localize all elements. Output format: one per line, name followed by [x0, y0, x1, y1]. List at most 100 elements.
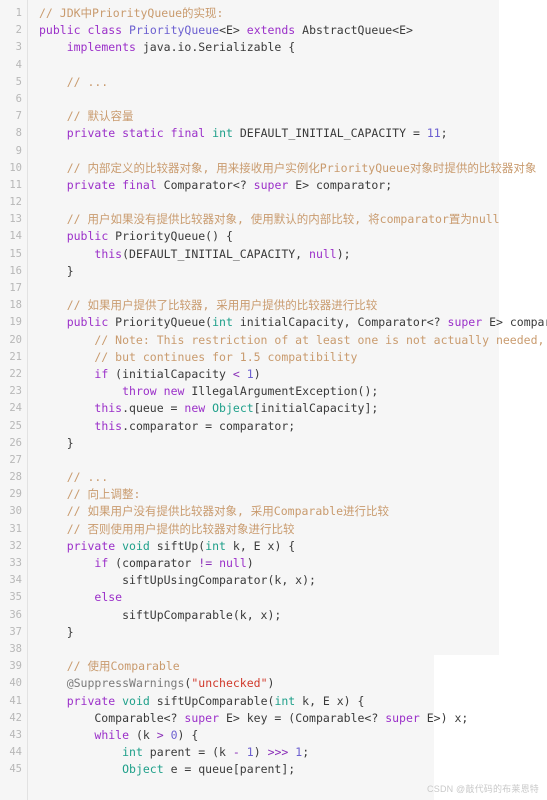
code-line[interactable]: 14 public PriorityQueue() {	[0, 228, 547, 245]
code-line-content[interactable]: else	[22, 589, 122, 606]
code-line-content[interactable]	[22, 91, 46, 108]
code-line[interactable]: 31 // 否则使用用户提供的比较器对象进行比较	[0, 521, 547, 538]
code-line-content[interactable]: // 向上调整:	[22, 486, 141, 503]
code-line-content[interactable]: private void siftUpComparable(int k, E x…	[22, 693, 365, 710]
code-token-type: int	[212, 126, 233, 141]
line-number: 39	[9, 660, 22, 673]
code-line-content[interactable]	[22, 57, 46, 74]
code-line[interactable]: 42 Comparable<? super E> key = (Comparab…	[0, 710, 547, 727]
code-line-content[interactable]: @SuppressWarnings("unchecked")	[22, 675, 275, 692]
code-line[interactable]: 9	[0, 143, 547, 160]
code-listing[interactable]: 1// JDK中PriorityQueue的实现: 2 public class P…	[0, 5, 547, 778]
code-line-content[interactable]: }	[22, 624, 74, 641]
code-line[interactable]: 12	[0, 194, 547, 211]
code-token-num: 11	[426, 126, 441, 141]
code-line-content[interactable]: // 如果用户提供了比较器, 采用用户提供的比较器进行比较	[22, 297, 378, 314]
code-line-content[interactable]: int parent = (k - 1) >>> 1;	[22, 744, 309, 761]
code-line[interactable]: 5 // ...	[0, 74, 547, 91]
code-line[interactable]: 43 while (k > 0) {	[0, 727, 547, 744]
code-line-content[interactable]: private static final int DEFAULT_INITIAL…	[22, 125, 448, 142]
code-line[interactable]: 34 siftUpUsingComparator(k, x);	[0, 572, 547, 589]
code-line-content[interactable]: public PriorityQueue(int initialCapacity…	[22, 314, 547, 331]
code-line[interactable]: 20 // Note: This restriction of at least…	[0, 332, 547, 349]
code-line-content[interactable]: // ...	[22, 74, 109, 91]
code-line[interactable]: 33 if (comparator != null)	[0, 555, 547, 572]
code-line[interactable]: 2 public class PriorityQueue<E> extends A…	[0, 22, 547, 39]
code-line-content[interactable]: siftUpUsingComparator(k, x);	[22, 572, 316, 589]
code-line[interactable]: 6	[0, 91, 547, 108]
code-line[interactable]: 23 throw new IllegalArgumentException();	[0, 383, 547, 400]
code-line-content[interactable]	[22, 143, 46, 160]
code-line-content[interactable]: throw new IllegalArgumentException();	[22, 383, 378, 400]
code-line[interactable]: 4	[0, 57, 547, 74]
code-line-content[interactable]: // JDK中PriorityQueue的实现:	[22, 5, 223, 22]
code-line-content[interactable]: // 用户如果没有提供比较器对象, 使用默认的内部比较, 将comparator…	[22, 211, 500, 228]
code-line-content[interactable]: // 内部定义的比较器对象, 用来接收用户实例化PriorityQueue对象时…	[22, 160, 537, 177]
code-line[interactable]: 16 }	[0, 263, 547, 280]
code-line[interactable]: 22 if (initialCapacity < 1)	[0, 366, 547, 383]
code-line[interactable]: 8 private static final int DEFAULT_INITI…	[0, 125, 547, 142]
code-line-content[interactable]: private void siftUp(int k, E x) {	[22, 538, 296, 555]
code-line[interactable]: 10 // 内部定义的比较器对象, 用来接收用户实例化PriorityQueue…	[0, 160, 547, 177]
code-line[interactable]: 11 private final Comparator<? super E> c…	[0, 177, 547, 194]
code-line[interactable]: 1 // JDK中PriorityQueue的实现:	[0, 5, 547, 22]
code-line[interactable]: 38	[0, 641, 547, 658]
code-line-content[interactable]: implements java.io.Serializable {	[22, 39, 296, 56]
code-line[interactable]: 32 private void siftUp(int k, E x) {	[0, 538, 547, 555]
code-line[interactable]: 17	[0, 280, 547, 297]
code-line-content[interactable]: // 默认容量	[22, 108, 134, 125]
code-line-content[interactable]: // 使用Comparable	[22, 658, 180, 675]
code-line[interactable]: 7 // 默认容量	[0, 108, 547, 125]
code-line[interactable]: 18 // 如果用户提供了比较器, 采用用户提供的比较器进行比较	[0, 297, 547, 314]
code-line[interactable]: 40 @SuppressWarnings("unchecked")	[0, 675, 547, 692]
code-line-content[interactable]: this.comparator = comparator;	[22, 418, 295, 435]
code-line-content[interactable]: Comparable<? super E> key = (Comparable<…	[22, 710, 468, 727]
code-line-content[interactable]: public class PriorityQueue<E> extends Ab…	[22, 22, 413, 39]
code-line-content[interactable]: while (k > 0) {	[22, 727, 198, 744]
code-line-content[interactable]: Object e = queue[parent];	[22, 761, 295, 778]
code-line[interactable]: 28 // ...	[0, 469, 547, 486]
code-line[interactable]: 44 int parent = (k - 1) >>> 1;	[0, 744, 547, 761]
code-line[interactable]: 3 implements java.io.Serializable {	[0, 39, 547, 56]
code-line-content[interactable]	[22, 194, 46, 211]
code-line-content[interactable]: this(DEFAULT_INITIAL_CAPACITY, null);	[22, 246, 350, 263]
code-line[interactable]: 30 // 如果用户没有提供比较器对象, 采用Comparable进行比较	[0, 503, 547, 520]
code-line-content[interactable]: // 如果用户没有提供比较器对象, 采用Comparable进行比较	[22, 503, 389, 520]
code-line-content[interactable]: }	[22, 263, 74, 280]
code-line-content[interactable]: if (comparator != null)	[22, 555, 253, 572]
code-line-content[interactable]: public PriorityQueue() {	[22, 228, 233, 245]
code-line[interactable]: 37 }	[0, 624, 547, 641]
code-line-content[interactable]: }	[22, 435, 74, 452]
code-line[interactable]: 19 public PriorityQueue(int initialCapac…	[0, 314, 547, 331]
code-line[interactable]: 39 // 使用Comparable	[0, 658, 547, 675]
code-token-key: if	[94, 556, 109, 570]
code-line-content[interactable]: // but continues for 1.5 compatibility	[22, 349, 357, 366]
code-line[interactable]: 29 // 向上调整:	[0, 486, 547, 503]
code-line-content[interactable]: // ...	[22, 469, 109, 486]
code-line-content[interactable]: // Note: This restriction of at least on…	[22, 332, 544, 349]
code-line-content[interactable]	[22, 641, 46, 658]
code-line[interactable]: 26 }	[0, 435, 547, 452]
code-token-pln: )	[253, 366, 261, 381]
code-line[interactable]: 27	[0, 452, 547, 469]
code-line[interactable]: 13 // 用户如果没有提供比较器对象, 使用默认的内部比较, 将compara…	[0, 211, 547, 228]
code-line[interactable]: 15 this(DEFAULT_INITIAL_CAPACITY, null);	[0, 246, 547, 263]
code-line-content[interactable]: siftUpComparable(k, x);	[22, 607, 281, 624]
code-line-content[interactable]: private final Comparator<? super E> comp…	[22, 177, 392, 194]
code-line[interactable]: 45 Object e = queue[parent];	[0, 761, 547, 778]
code-line[interactable]: 24 this.queue = new Object[initialCapaci…	[0, 400, 547, 417]
line-number: 14	[9, 230, 22, 243]
code-line-content[interactable]	[22, 280, 46, 297]
code-line[interactable]: 25 this.comparator = comparator;	[0, 418, 547, 435]
code-token-pln	[39, 539, 67, 553]
code-line-content[interactable]: if (initialCapacity < 1)	[22, 366, 261, 383]
code-line[interactable]: 21 // but continues for 1.5 compatibilit…	[0, 349, 547, 366]
code-line[interactable]: 41 private void siftUpComparable(int k, …	[0, 693, 547, 710]
code-token-op: >>>	[267, 745, 289, 760]
code-line[interactable]: 36 siftUpComparable(k, x);	[0, 607, 547, 624]
code-token-pln	[39, 556, 94, 570]
code-line-content[interactable]: this.queue = new Object[initialCapacity]…	[22, 400, 378, 417]
code-line-content[interactable]: // 否则使用用户提供的比较器对象进行比较	[22, 521, 295, 538]
code-line[interactable]: 35 else	[0, 589, 547, 606]
code-line-content[interactable]	[22, 452, 46, 469]
